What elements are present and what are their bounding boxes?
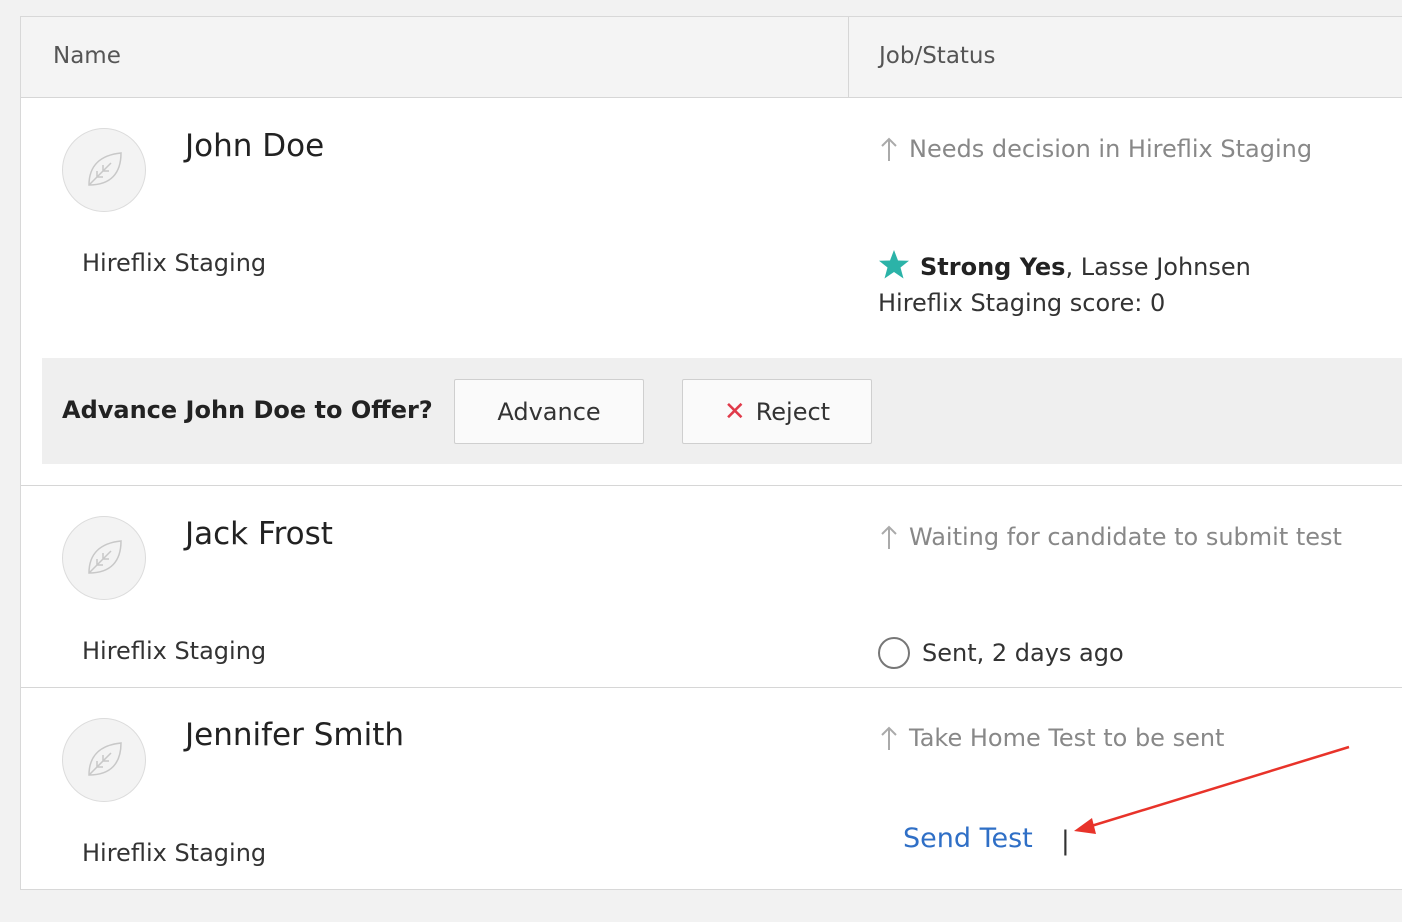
arrow-up-icon	[881, 726, 897, 750]
company-name: Hireflix Staging	[82, 249, 267, 277]
reviewer-name: , Lasse Johnsen	[1065, 253, 1251, 281]
company-name: Hireflix Staging	[82, 637, 267, 665]
reject-label: Reject	[755, 397, 831, 426]
column-header-name[interactable]: Name	[53, 43, 121, 69]
job-status-text: Take Home Test to be sent	[909, 724, 1225, 752]
advance-button[interactable]: Advance	[454, 379, 644, 444]
candidate-name[interactable]: Jennifer Smith	[185, 717, 404, 753]
test-sent-status: Sent, 2 days ago	[878, 637, 1124, 669]
job-status: Needs decision in Hireflix Staging	[877, 135, 1312, 163]
sent-text: Sent, 2 days ago	[922, 639, 1124, 667]
link-separator: |	[1061, 826, 1070, 856]
table-row: Jennifer Smith Take Home Test to be sent…	[21, 688, 1402, 890]
table-row: Jack Frost Waiting for candidate to subm…	[21, 486, 1402, 688]
star-icon	[879, 250, 909, 279]
column-header-job-status[interactable]: Job/Status	[879, 43, 996, 69]
column-divider	[848, 17, 849, 98]
pending-circle-icon	[878, 637, 910, 669]
job-status-text: Needs decision in Hireflix Staging	[909, 135, 1313, 163]
decision-prompt: Advance John Doe to Offer?	[62, 396, 433, 424]
leaf-icon	[88, 742, 122, 776]
job-status: Take Home Test to be sent	[877, 724, 1224, 752]
decision-bar: Advance John Doe to Offer? Advance ✕ Reje…	[42, 358, 1402, 464]
avatar[interactable]	[62, 718, 146, 802]
arrow-up-icon	[881, 525, 897, 549]
company-name: Hireflix Staging	[82, 839, 267, 867]
review-summary: Strong Yes, Lasse Johnsen	[878, 249, 1251, 281]
avatar[interactable]	[62, 128, 146, 212]
send-test-link[interactable]: Send Test	[903, 823, 1033, 854]
reject-button[interactable]: ✕ Reject	[682, 379, 872, 444]
job-status: Waiting for candidate to submit test	[877, 523, 1342, 551]
score-line: Hireflix Staging score: 0	[878, 289, 1166, 317]
review-rating: Strong Yes	[920, 253, 1066, 281]
table-header: Name Job/Status	[21, 17, 1402, 98]
candidate-name[interactable]: Jack Frost	[185, 516, 333, 552]
candidates-table: Name Job/Status John Doe Needs decision …	[20, 16, 1402, 890]
avatar[interactable]	[62, 516, 146, 600]
job-status-text: Waiting for candidate to submit test	[909, 523, 1342, 551]
close-icon: ✕	[723, 396, 746, 427]
arrow-up-icon	[881, 137, 897, 161]
leaf-icon	[88, 540, 122, 574]
advance-label: Advance	[497, 397, 601, 426]
leaf-icon	[88, 152, 122, 186]
candidate-name[interactable]: John Doe	[185, 128, 324, 164]
